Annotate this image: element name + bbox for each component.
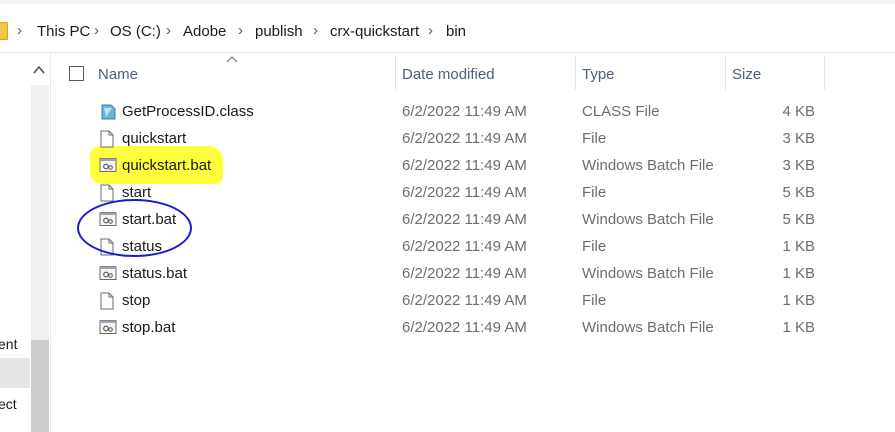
file-size: 5 KB: [782, 211, 815, 228]
file-row[interactable]: quickstart.bat 6/2/2022 11:49 AM Windows B…: [90, 153, 825, 180]
column-header-name[interactable]: Name: [98, 66, 138, 83]
file-size: 3 KB: [782, 130, 815, 147]
breadcrumb-bin[interactable]: bin: [446, 23, 466, 40]
file-date-modified: 6/2/2022 11:49 AM: [402, 130, 527, 147]
breadcrumb-publish[interactable]: publish: [255, 23, 303, 40]
folder-icon: [0, 22, 8, 40]
file-name[interactable]: quickstart: [122, 130, 186, 147]
file-date-modified: 6/2/2022 11:49 AM: [402, 103, 527, 120]
file-icon: [99, 130, 115, 148]
scroll-up-icon[interactable]: [32, 63, 46, 77]
file-row[interactable]: stop.bat 6/2/2022 11:49 AM Windows Batch F…: [90, 315, 825, 342]
file-type: CLASS File: [582, 103, 660, 120]
file-type: File: [582, 292, 607, 309]
column-divider[interactable]: [575, 56, 576, 90]
file-size: 1 KB: [782, 292, 815, 309]
nav-scrollbar-thumb[interactable]: [31, 340, 49, 432]
file-icon: [99, 292, 115, 310]
column-header-date[interactable]: Date modified: [402, 66, 495, 83]
chevron-right-icon[interactable]: ›: [428, 22, 433, 39]
file-row[interactable]: GetProcessID.class 6/2/2022 11:49 AM CLASS…: [90, 99, 825, 126]
chevron-right-icon[interactable]: ›: [166, 22, 171, 39]
batch-file-icon: [99, 319, 117, 337]
chevron-right-icon[interactable]: ›: [238, 22, 243, 39]
nav-item-label[interactable]: ent: [0, 336, 17, 352]
file-size: 5 KB: [782, 184, 815, 201]
file-type: File: [582, 238, 607, 255]
address-bar[interactable]: › This PC › OS (C:) › Adobe › publish › …: [0, 10, 895, 53]
breadcrumb-crx-quickstart[interactable]: crx-quickstart: [330, 23, 419, 40]
file-date-modified: 6/2/2022 11:49 AM: [402, 292, 527, 309]
nav-item-label[interactable]: ect: [0, 396, 17, 412]
file-type: File: [582, 184, 607, 201]
column-divider[interactable]: [725, 56, 726, 90]
column-header-size[interactable]: Size: [732, 66, 761, 83]
breadcrumb-adobe[interactable]: Adobe: [183, 23, 226, 40]
file-row[interactable]: stop 6/2/2022 11:49 AM File 1 KB: [90, 288, 825, 315]
file-name[interactable]: quickstart.bat: [122, 157, 211, 174]
file-name[interactable]: GetProcessID.class: [122, 103, 254, 120]
blue-circle-annotation: [77, 199, 192, 257]
file-size: 3 KB: [782, 157, 815, 174]
file-name[interactable]: status.bat: [122, 265, 187, 282]
file-date-modified: 6/2/2022 11:49 AM: [402, 319, 527, 336]
window-top-border: [0, 0, 895, 4]
breadcrumb-this-pc[interactable]: This PC: [37, 23, 90, 40]
select-all-checkbox[interactable]: [69, 66, 84, 81]
chevron-right-icon[interactable]: ›: [313, 22, 318, 39]
file-date-modified: 6/2/2022 11:49 AM: [402, 265, 527, 282]
file-type: File: [582, 130, 607, 147]
file-date-modified: 6/2/2022 11:49 AM: [402, 238, 527, 255]
file-size: 1 KB: [782, 319, 815, 336]
file-date-modified: 6/2/2022 11:49 AM: [402, 157, 527, 174]
file-row[interactable]: start 6/2/2022 11:49 AM File 5 KB: [90, 180, 825, 207]
file-size: 1 KB: [782, 238, 815, 255]
file-type: Windows Batch File: [582, 319, 714, 336]
file-row[interactable]: quickstart 6/2/2022 11:49 AM File 3 KB: [90, 126, 825, 153]
file-date-modified: 6/2/2022 11:49 AM: [402, 184, 527, 201]
column-divider[interactable]: [824, 56, 825, 90]
file-type: Windows Batch File: [582, 211, 714, 228]
navigation-pane: ent ect: [0, 53, 51, 432]
nav-selected-item[interactable]: [0, 358, 30, 388]
file-row[interactable]: start.bat 6/2/2022 11:49 AM Windows Batch …: [90, 207, 825, 234]
file-name[interactable]: stop: [122, 292, 150, 309]
file-row[interactable]: status 6/2/2022 11:49 AM File 1 KB: [90, 234, 825, 261]
batch-file-icon: [99, 157, 117, 175]
sort-ascending-icon: [226, 54, 238, 66]
column-header-type[interactable]: Type: [582, 66, 615, 83]
batch-file-icon: [99, 265, 117, 283]
file-size: 4 KB: [782, 103, 815, 120]
file-row[interactable]: status.bat 6/2/2022 11:49 AM Windows Batch…: [90, 261, 825, 288]
chevron-right-icon: ›: [17, 22, 22, 39]
breadcrumb-os-c[interactable]: OS (C:): [110, 23, 161, 40]
file-name[interactable]: stop.bat: [122, 319, 175, 336]
file-type: Windows Batch File: [582, 157, 714, 174]
file-date-modified: 6/2/2022 11:49 AM: [402, 211, 527, 228]
column-divider[interactable]: [395, 56, 396, 90]
class-file-icon: [99, 103, 116, 121]
file-size: 1 KB: [782, 265, 815, 282]
file-type: Windows Batch File: [582, 265, 714, 282]
file-icon: [99, 184, 115, 202]
chevron-right-icon[interactable]: ›: [94, 22, 99, 39]
